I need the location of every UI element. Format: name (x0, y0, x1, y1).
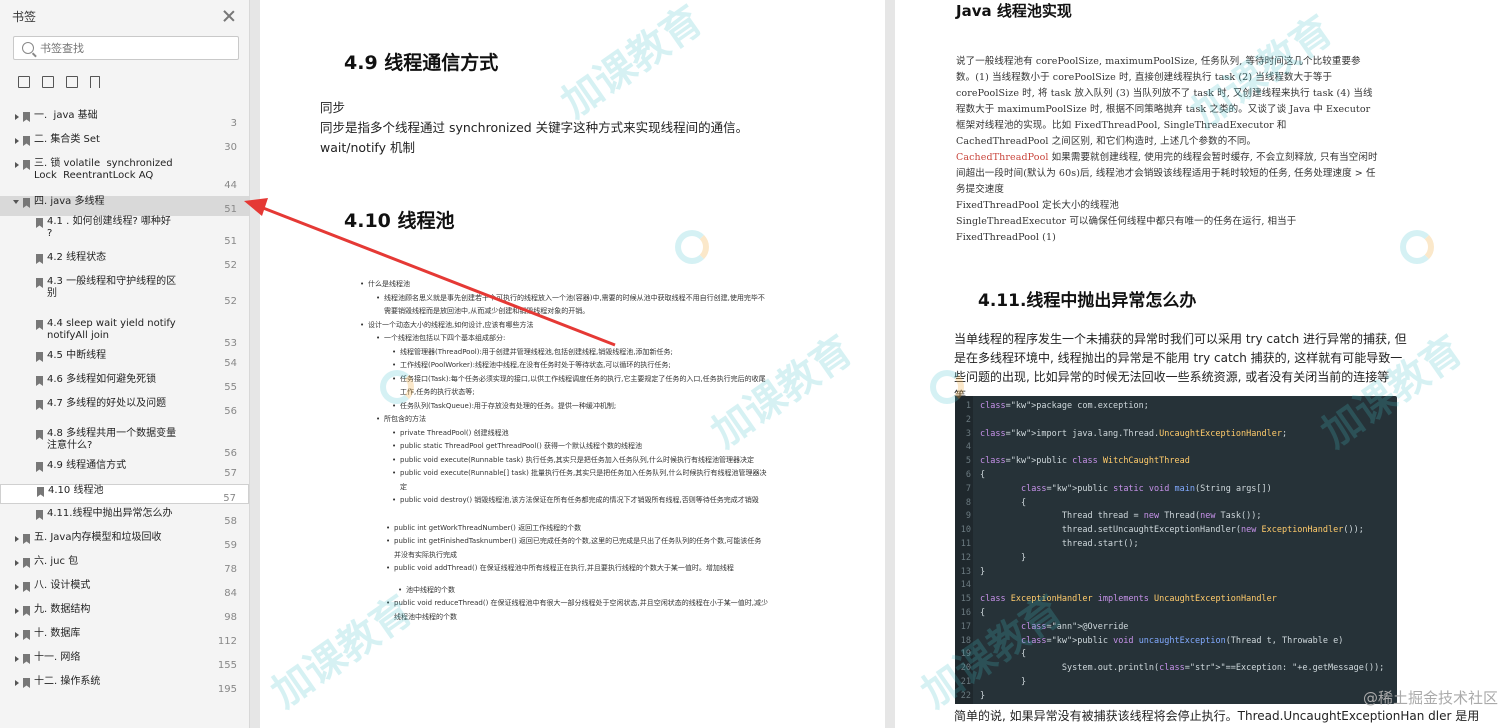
annotation-arrow (244, 198, 616, 347)
arrow-head (244, 198, 268, 216)
pdf-viewer: 书签 一. java 基础3二. 集合类 Set30三. 锁 volatile … (0, 0, 1512, 728)
arrow-line (257, 204, 616, 347)
